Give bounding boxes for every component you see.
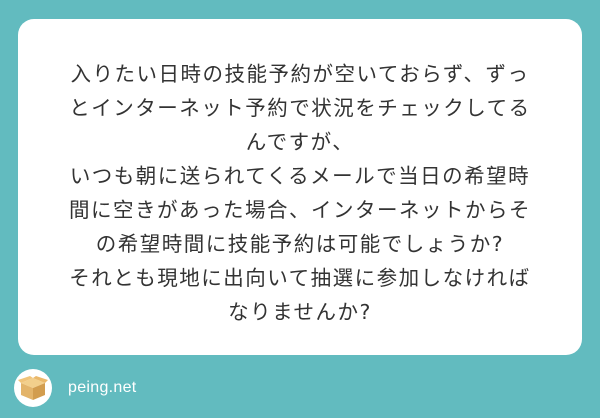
brand-name: peing.net (68, 379, 137, 396)
footer-brand: peing.net (14, 368, 137, 408)
cardboard-box-icon (18, 376, 48, 400)
question-line: の希望時間に技能予約は可能でしょうか? (95, 232, 505, 256)
question-card: 入りたい日時の技能予約が空いておらず、ずっ とインターネット予約で状況をチェック… (18, 19, 582, 355)
question-text: 入りたい日時の技能予約が空いておらず、ずっ とインターネット予約で状況をチェック… (40, 57, 560, 329)
question-line: んですが、 (245, 130, 355, 154)
question-line: なりませんか? (228, 300, 372, 324)
question-line: いつも朝に送られてくるメールで当日の希望時 (69, 164, 531, 188)
peing-logo (14, 369, 52, 407)
question-line: 間に空きがあった場合、インターネットからそ (69, 198, 531, 222)
question-line: それとも現地に出向いて抽選に参加しなければ (69, 266, 531, 290)
question-line: とインターネット予約で状況をチェックしてる (69, 96, 531, 120)
question-line: 入りたい日時の技能予約が空いておらず、ずっ (70, 62, 530, 86)
